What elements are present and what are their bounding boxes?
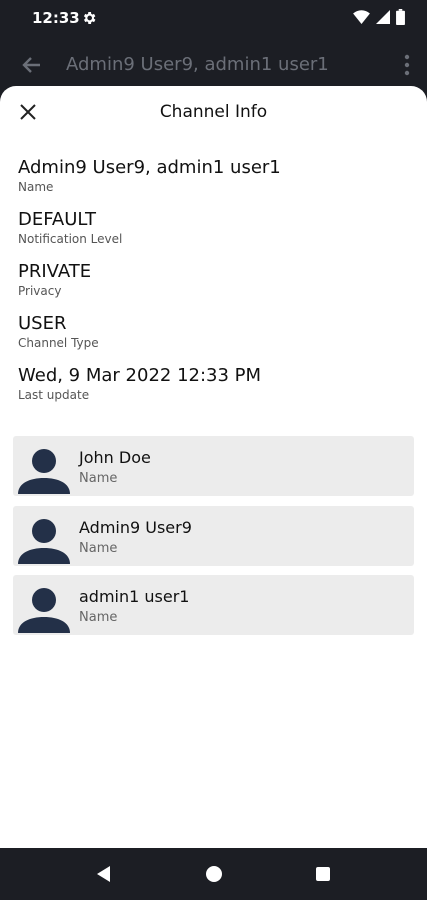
info-label: Name [18,180,54,194]
member-sub-label: Name [79,610,118,625]
status-time: 12:33 [32,9,80,27]
info-value: Admin9 User9, admin1 user1 [18,157,281,178]
nav-home-icon[interactable] [205,865,223,883]
gear-icon [83,12,96,24]
channel-info-sheet: Channel Info Admin9 User9, admin1 user1 … [0,86,427,848]
battery-icon [396,9,405,25]
signal-icon [376,10,390,24]
info-label: Notification Level [18,232,123,246]
channel-info-list: Admin9 User9, admin1 user1 Name DEFAULT … [18,156,281,416]
member-name: John Doe [79,448,151,467]
more-vert-icon[interactable] [403,53,411,77]
wifi-icon [353,10,370,24]
info-label: Last update [18,388,90,402]
member-list: John Doe Name Admin9 User9 Name admin1 u… [13,436,414,645]
info-value: DEFAULT [18,209,96,230]
member-item[interactable]: Admin9 User9 Name [13,505,414,566]
info-notification-level: DEFAULT Notification Level [18,208,281,260]
person-avatar-icon [18,518,70,564]
info-value: USER [18,313,67,334]
info-label: Channel Type [18,336,99,350]
member-item[interactable]: John Doe Name [13,436,414,496]
status-bar: 12:33 [0,0,427,36]
info-name: Admin9 User9, admin1 user1 Name [18,156,281,208]
person-avatar-icon [18,449,70,494]
info-value: PRIVATE [18,261,92,282]
nav-back-icon[interactable] [96,865,112,883]
sheet-title: Channel Info [159,102,268,122]
member-sub-label: Name [79,540,118,556]
back-arrow-icon[interactable] [20,53,44,77]
member-name: Admin9 User9 [79,517,192,537]
info-privacy: PRIVATE Privacy [18,260,281,312]
info-channel-type: USER Channel Type [18,312,281,364]
system-nav-bar [0,848,427,900]
member-name: admin1 user1 [79,587,190,606]
member-sub-label: Name [79,471,118,486]
app-bar-title: Admin9 User9, admin1 user1 [66,54,329,75]
info-last-update: Wed, 9 Mar 2022 12:33 PM Last update [18,364,281,416]
info-value: Wed, 9 Mar 2022 12:33 PM [18,365,262,386]
person-avatar-icon [18,588,70,633]
nav-recents-icon[interactable] [315,866,331,882]
member-item[interactable]: admin1 user1 Name [13,575,414,635]
info-label: Privacy [18,284,62,298]
